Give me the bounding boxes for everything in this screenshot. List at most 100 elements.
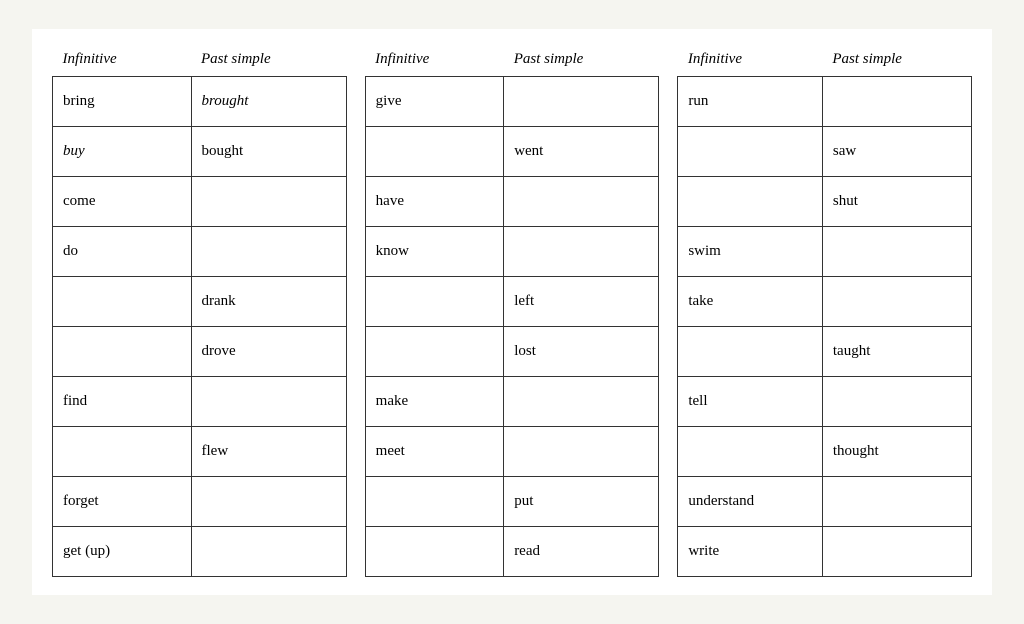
table1-row7-past: flew (191, 427, 346, 477)
table3-header-past: Past simple (822, 47, 971, 77)
table-row: drove (53, 327, 347, 377)
table-row: left (365, 277, 659, 327)
table3-row4-past (822, 277, 971, 327)
table2-row5-past: lost (504, 327, 659, 377)
table-row: meet (365, 427, 659, 477)
table-row: swim (678, 227, 972, 277)
table-row: flew (53, 427, 347, 477)
table3-row0-infinitive: run (678, 77, 823, 127)
table3-row9-infinitive: write (678, 527, 823, 577)
table2-row9-past: read (504, 527, 659, 577)
table3-row3-past (822, 227, 971, 277)
table1-row7-infinitive (53, 427, 192, 477)
table-row: give (365, 77, 659, 127)
table-row: drank (53, 277, 347, 327)
table3-row7-infinitive (678, 427, 823, 477)
table2-row1-past: went (504, 127, 659, 177)
table1-row2-past (191, 177, 346, 227)
table1-row0-infinitive: bring (53, 77, 192, 127)
table-row: went (365, 127, 659, 177)
table-row: shut (678, 177, 972, 227)
table3-row0-past (822, 77, 971, 127)
table2-row9-infinitive (365, 527, 504, 577)
table2-header-infinitive: Infinitive (365, 47, 504, 77)
table3-row8-infinitive: understand (678, 477, 823, 527)
table3-row7-past: thought (822, 427, 971, 477)
table-row: taught (678, 327, 972, 377)
table1-row3-past (191, 227, 346, 277)
page-container: Infinitive Past simple bringbroughtbuybo… (32, 29, 992, 595)
table2-row1-infinitive (365, 127, 504, 177)
table3-row1-infinitive (678, 127, 823, 177)
table3-row6-past (822, 377, 971, 427)
table2-row7-infinitive: meet (365, 427, 504, 477)
table2-row2-past (504, 177, 659, 227)
table-row: bringbrought (53, 77, 347, 127)
table1-row5-past: drove (191, 327, 346, 377)
table-row: understand (678, 477, 972, 527)
table1-row5-infinitive (53, 327, 192, 377)
table3-row2-past: shut (822, 177, 971, 227)
table-row: get (up) (53, 527, 347, 577)
separator-2 (659, 47, 677, 577)
table1-row3-infinitive: do (53, 227, 192, 277)
table3-header-infinitive: Infinitive (678, 47, 823, 77)
separator-1 (347, 47, 365, 577)
table1-row1-infinitive: buy (53, 127, 192, 177)
table1-row9-past (191, 527, 346, 577)
table3-row1-past: saw (822, 127, 971, 177)
table1-row0-past: brought (191, 77, 346, 127)
table2-row0-infinitive: give (365, 77, 504, 127)
table2-row8-past: put (504, 477, 659, 527)
table-row: come (53, 177, 347, 227)
table1-row6-infinitive: find (53, 377, 192, 427)
table3-row3-infinitive: swim (678, 227, 823, 277)
table3-row4-infinitive: take (678, 277, 823, 327)
table1-row8-infinitive: forget (53, 477, 192, 527)
table2-row8-infinitive (365, 477, 504, 527)
table-row: write (678, 527, 972, 577)
table-row: do (53, 227, 347, 277)
table2-row6-infinitive: make (365, 377, 504, 427)
table-row: tell (678, 377, 972, 427)
table3-row5-infinitive (678, 327, 823, 377)
table2-row3-past (504, 227, 659, 277)
table-row: read (365, 527, 659, 577)
table-row: forget (53, 477, 347, 527)
table1-row1-past: bought (191, 127, 346, 177)
table1-row9-infinitive: get (up) (53, 527, 192, 577)
table1-header-infinitive: Infinitive (53, 47, 192, 77)
table-row: put (365, 477, 659, 527)
table3-row6-infinitive: tell (678, 377, 823, 427)
table-row: saw (678, 127, 972, 177)
table2-row4-infinitive (365, 277, 504, 327)
table2-row7-past (504, 427, 659, 477)
table2-row5-infinitive (365, 327, 504, 377)
table-row: find (53, 377, 347, 427)
table-row: have (365, 177, 659, 227)
table2-row2-infinitive: have (365, 177, 504, 227)
table-row: run (678, 77, 972, 127)
table1-row2-infinitive: come (53, 177, 192, 227)
table2-row6-past (504, 377, 659, 427)
table3-row5-past: taught (822, 327, 971, 377)
table-row: take (678, 277, 972, 327)
table3-row8-past (822, 477, 971, 527)
tables-wrapper: Infinitive Past simple bringbroughtbuybo… (52, 47, 972, 577)
table2-row3-infinitive: know (365, 227, 504, 277)
table2-row0-past (504, 77, 659, 127)
table-row: buybought (53, 127, 347, 177)
table-row: lost (365, 327, 659, 377)
table2-row4-past: left (504, 277, 659, 327)
table-row: know (365, 227, 659, 277)
table2-header-past: Past simple (504, 47, 659, 77)
table3-row2-infinitive (678, 177, 823, 227)
table1-row4-infinitive (53, 277, 192, 327)
table1-row4-past: drank (191, 277, 346, 327)
table3-row9-past (822, 527, 971, 577)
verb-table-1: Infinitive Past simple bringbroughtbuybo… (52, 47, 347, 577)
verb-table-2: Infinitive Past simple givewenthaveknowl… (365, 47, 660, 577)
table1-row8-past (191, 477, 346, 527)
table-row: thought (678, 427, 972, 477)
table1-row6-past (191, 377, 346, 427)
